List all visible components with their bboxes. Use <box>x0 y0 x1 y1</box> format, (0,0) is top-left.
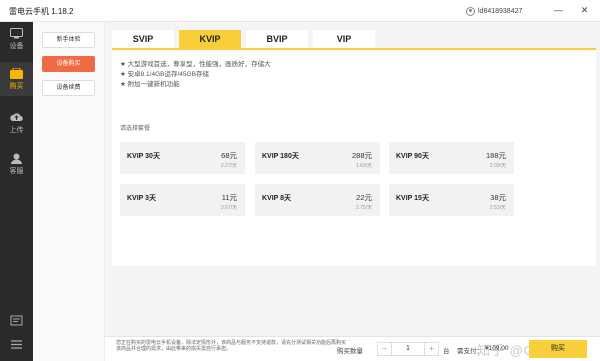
package-daily-price: 2.75/天 <box>355 205 372 211</box>
quantity-increase-button[interactable]: + <box>425 343 438 355</box>
package-panel: ★ 大型游戏首选，尊享型，性能强，画质好，存储大 ★ 安卓8.1/4GB运存/4… <box>112 48 596 266</box>
vip-tabs: SVIP KVIP BVIP VIP <box>112 30 380 48</box>
upload-icon <box>10 113 23 122</box>
message-icon[interactable] <box>10 315 23 328</box>
app-title: 雷电云手机 1.18.2 <box>9 7 74 16</box>
sidebar-item-support[interactable]: 客服 <box>0 147 33 181</box>
menu-icon[interactable] <box>10 338 23 351</box>
sidebar-item-device[interactable]: 设备 <box>0 22 33 56</box>
tab-bvip[interactable]: BVIP <box>246 30 308 48</box>
package-price: 22元 <box>356 193 372 202</box>
device-icon <box>10 28 23 39</box>
package-card-kvip-180[interactable]: KVIP 180天 288元 1.60/天 <box>255 142 380 174</box>
tab-kvip[interactable]: KVIP <box>179 30 241 48</box>
main-content: SVIP KVIP BVIP VIP ★ 大型游戏首选，尊享型，性能强，画质好，… <box>105 22 600 336</box>
package-daily-price: 2.53/天 <box>489 205 506 211</box>
package-card-kvip-30[interactable]: KVIP 30天 68元 2.27/天 <box>120 142 245 174</box>
package-price: 288元 <box>351 151 372 160</box>
package-name: KVIP 15天 <box>396 195 429 202</box>
package-daily-price: 2.27/天 <box>220 163 237 169</box>
sidebar-item-label: 客服 <box>9 168 24 175</box>
tab-svip[interactable]: SVIP <box>112 30 174 48</box>
title-bar: 雷电云手机 1.18.2 ld8418938427 — ✕ <box>0 0 600 22</box>
subnav-trial-button[interactable]: 新手体验 <box>42 32 95 48</box>
package-daily-price: 3.67/天 <box>220 205 237 211</box>
sidebar-item-upload[interactable]: 上传 <box>0 106 33 140</box>
user-id: ld8418938427 <box>478 7 523 15</box>
minimize-icon[interactable]: — <box>552 4 565 17</box>
feature-line: ★ 附加一键新机功能 <box>120 81 180 88</box>
purchase-subnav: 新手体验 设备购买 设备续费 <box>33 22 105 361</box>
package-daily-price: 1.60/天 <box>355 163 372 169</box>
quantity-input[interactable]: 1 <box>391 343 425 355</box>
sidebar-item-buy[interactable]: 购买 <box>0 62 33 96</box>
package-card-kvip-8[interactable]: KVIP 8天 22元 2.75/天 <box>255 184 380 216</box>
package-name: KVIP 8天 <box>262 195 292 202</box>
package-name: KVIP 3天 <box>127 195 157 202</box>
subnav-buy-button[interactable]: 设备购买 <box>42 56 95 72</box>
cart-icon <box>10 68 23 79</box>
package-section-title: 请选择套餐 <box>120 126 151 132</box>
package-price: 38元 <box>490 193 506 202</box>
close-icon[interactable]: ✕ <box>578 4 591 17</box>
package-name: KVIP 30天 <box>127 153 160 160</box>
package-name: KVIP 180天 <box>262 153 299 160</box>
support-icon <box>11 153 22 164</box>
quantity-label: 购买数量 <box>337 348 363 355</box>
user-icon <box>466 6 475 16</box>
package-daily-price: 2.09/天 <box>489 163 506 169</box>
package-price: 188元 <box>485 151 506 160</box>
package-card-kvip-3[interactable]: KVIP 3天 11元 3.67/天 <box>120 184 245 216</box>
feature-line: ★ 安卓8.1/4GB运存/45GB存储 <box>120 71 209 78</box>
quantity-decrease-button[interactable]: − <box>378 343 391 355</box>
package-price: 11元 <box>221 193 237 202</box>
sidebar: 设备 购买 上传 客服 <box>0 22 33 361</box>
package-name: KVIP 90天 <box>396 153 429 160</box>
package-price: 68元 <box>221 151 237 160</box>
sidebar-item-label: 设备 <box>9 43 24 50</box>
buy-button[interactable]: 购买 <box>529 340 587 358</box>
quantity-stepper: − 1 + <box>377 342 439 356</box>
refund-notice: 您正在购买的雷电云手机设备，除法定情形外，该商品与服务不支持退款，请充分测试相关… <box>116 340 347 352</box>
user-info[interactable]: ld8418938427 <box>466 5 522 17</box>
pay-label: 需支付： <box>457 348 483 355</box>
purchase-footer: 您正在购买的雷电云手机设备，除法定情形外，该商品与服务不支持退款，请充分测试相关… <box>105 336 600 361</box>
sidebar-item-label: 上传 <box>9 127 24 134</box>
tab-vip[interactable]: VIP <box>313 30 375 48</box>
sidebar-item-label: 购买 <box>9 83 24 90</box>
quantity-unit: 台 <box>443 348 450 355</box>
pay-total: ¥109.00 <box>485 345 509 352</box>
package-card-kvip-90[interactable]: KVIP 90天 188元 2.09/天 <box>389 142 514 174</box>
feature-line: ★ 大型游戏首选，尊享型，性能强，画质好，存储大 <box>120 61 271 68</box>
package-card-kvip-15[interactable]: KVIP 15天 38元 2.53/天 <box>389 184 514 216</box>
subnav-renew-button[interactable]: 设备续费 <box>42 80 95 96</box>
